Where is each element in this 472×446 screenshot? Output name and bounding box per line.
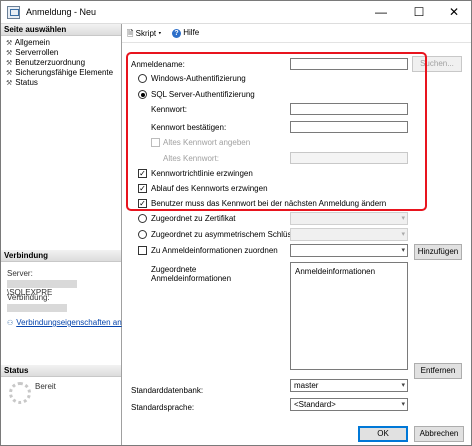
wrench-icon: ⚒ xyxy=(6,80,13,87)
connection-value xyxy=(7,303,69,312)
certificate-select[interactable]: ▾ xyxy=(290,212,408,225)
chevron-down-icon: ▾ xyxy=(401,401,405,408)
help-button[interactable]: ? Hilfe xyxy=(172,28,199,38)
select-page-header: Seite auswählen xyxy=(1,24,121,36)
mapped-asymmetric-key-label: Zugeordnet zu asymmetrischem Schlüssel xyxy=(151,230,302,239)
map-credentials-label: Zu Anmeldeinformationen zuordnen xyxy=(151,246,278,255)
default-database-select[interactable]: master ▾ xyxy=(290,379,408,392)
status-value: Bereit xyxy=(35,382,56,391)
add-credential-button[interactable]: Hinzufügen xyxy=(414,244,462,260)
map-credentials-checkbox[interactable] xyxy=(138,246,147,255)
chevron-down-icon: ▾ xyxy=(158,29,162,38)
help-icon: ? xyxy=(172,29,181,38)
ok-button[interactable]: OK xyxy=(358,426,408,442)
toolbar: 🗎 Skript ▾ ? Hilfe xyxy=(122,24,471,43)
default-language-select[interactable]: <Standard> ▾ xyxy=(290,398,408,411)
remove-credential-button[interactable]: Entfernen xyxy=(414,363,462,379)
sidebar-item-status[interactable]: ⚒ Status xyxy=(6,78,38,89)
chevron-down-icon: ▾ xyxy=(401,231,405,238)
connection-properties-link[interactable]: ⚇ Verbindungseigenschaften an xyxy=(7,318,122,329)
default-database-label: Standarddatenbank: xyxy=(131,386,204,395)
connection-header: Verbindung xyxy=(1,250,121,262)
chevron-down-icon: ▾ xyxy=(401,215,405,222)
mapped-credentials-list[interactable]: Anmeldeinformationen xyxy=(290,262,408,370)
status-header: Status xyxy=(1,365,121,377)
chevron-down-icon: ▾ xyxy=(401,247,405,254)
credentials-select[interactable]: ▾ xyxy=(290,244,408,257)
connection-label: Verbindung: xyxy=(7,293,50,302)
default-language-label: Standardsprache: xyxy=(131,403,195,412)
cancel-button[interactable]: Abbrechen xyxy=(414,426,464,442)
redacted-block xyxy=(7,279,77,288)
app-icon xyxy=(7,6,20,19)
progress-spinner-icon xyxy=(9,382,31,404)
highlight-box xyxy=(126,52,427,211)
maximize-button[interactable]: ☐ xyxy=(404,3,434,22)
login-new-dialog: Anmeldung - Neu — ☐ ✕ Seite auswählen ⚒ … xyxy=(0,0,472,446)
script-icon: 🗎 xyxy=(127,29,134,38)
mapped-certificate-radio[interactable] xyxy=(138,214,147,223)
script-button[interactable]: 🗎 Skript ▾ xyxy=(127,28,161,42)
close-button[interactable]: ✕ xyxy=(439,3,469,22)
credentials-column-header: Anmeldeinformationen xyxy=(295,267,376,276)
mapped-credentials-label-line1: Zugeordnete xyxy=(151,265,197,274)
sidebar: Seite auswählen ⚒ Allgemein ⚒ Serverroll… xyxy=(1,24,122,445)
title-bar: Anmeldung - Neu — ☐ ✕ xyxy=(1,1,471,24)
mapped-certificate-label: Zugeordnet zu Zertifikat xyxy=(151,214,236,223)
window-title: Anmeldung - Neu xyxy=(26,7,97,17)
minimize-button[interactable]: — xyxy=(366,3,396,22)
chevron-down-icon: ▾ xyxy=(401,382,405,389)
asymmetric-key-select[interactable]: ▾ xyxy=(290,228,408,241)
mapped-credentials-label-line2: Anmeldeinformationen xyxy=(151,274,232,283)
mapped-asymmetric-key-radio[interactable] xyxy=(138,230,147,239)
redacted-block xyxy=(7,303,67,312)
server-label: Server: xyxy=(7,269,33,278)
connection-icon: ⚇ xyxy=(7,320,14,327)
